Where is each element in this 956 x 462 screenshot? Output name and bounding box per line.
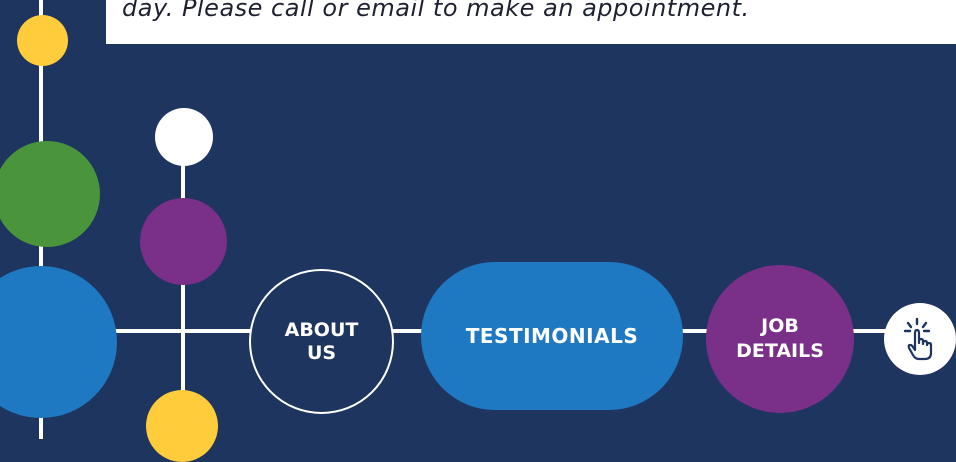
purple-dot xyxy=(140,198,227,285)
pointer-button[interactable] xyxy=(884,303,956,375)
yellow-dot-bottom xyxy=(146,390,218,462)
about-us-button[interactable]: ABOUT US xyxy=(249,269,394,414)
testimonials-label: TESTIMONIALS xyxy=(465,324,639,348)
job-details-label: JOB DETAILS xyxy=(736,315,824,362)
about-us-label: ABOUT US xyxy=(284,318,359,364)
pointer-hand-icon xyxy=(900,317,940,361)
blue-dot-large xyxy=(0,266,117,418)
notice-text: day. Please call or email to make an app… xyxy=(122,0,750,22)
testimonials-button[interactable]: TESTIMONIALS xyxy=(421,262,683,410)
job-details-button[interactable]: JOB DETAILS xyxy=(706,265,854,413)
notice-panel: day. Please call or email to make an app… xyxy=(106,0,956,44)
white-dot xyxy=(155,108,213,166)
yellow-dot-top xyxy=(17,15,68,66)
green-dot xyxy=(0,141,100,247)
